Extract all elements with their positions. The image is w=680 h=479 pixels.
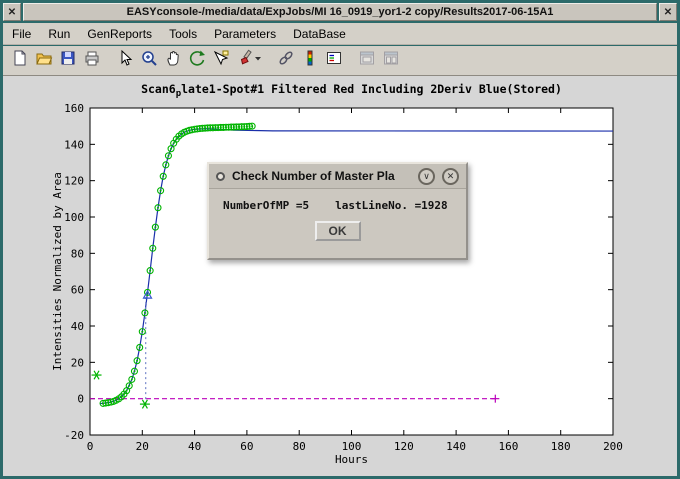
svg-text:80: 80 bbox=[71, 247, 84, 260]
open-button[interactable] bbox=[32, 49, 56, 73]
svg-text:60: 60 bbox=[71, 284, 84, 297]
window-title: EASYconsole-/media/data/ExpJobs/MI 16_09… bbox=[23, 3, 657, 21]
svg-text:Intensities Normalized by Area: Intensities Normalized by Area bbox=[51, 172, 64, 371]
svg-text:20: 20 bbox=[136, 440, 149, 453]
new-icon bbox=[11, 49, 29, 72]
menu-parameters[interactable]: Parameters bbox=[214, 27, 276, 41]
dialog-titlebar[interactable]: Check Number of Master Pla ∨ ✕ bbox=[209, 164, 466, 189]
link-plot-icon bbox=[277, 49, 295, 72]
insert-colorbar-icon bbox=[301, 49, 319, 72]
close-icon: ✕ bbox=[8, 7, 16, 18]
svg-text:120: 120 bbox=[64, 175, 84, 188]
svg-text:80: 80 bbox=[293, 440, 306, 453]
pan-button[interactable] bbox=[161, 49, 185, 73]
menu-run[interactable]: Run bbox=[48, 27, 70, 41]
svg-text:Scan6plate1-Spot#1 Filtered Re: Scan6plate1-Spot#1 Filtered Red Includin… bbox=[141, 82, 562, 99]
brush-icon bbox=[236, 49, 254, 72]
svg-text:20: 20 bbox=[71, 356, 84, 369]
zoom-in-button[interactable] bbox=[137, 49, 161, 73]
new-button[interactable] bbox=[8, 49, 32, 73]
window-close-left-button[interactable]: ✕ bbox=[3, 3, 21, 21]
toolbar-separator bbox=[265, 50, 274, 72]
figure-svg[interactable]: 020406080100120140160180200-200204060801… bbox=[3, 76, 677, 476]
print-icon bbox=[83, 49, 101, 72]
ok-button[interactable]: OK bbox=[315, 221, 361, 241]
svg-text:Hours: Hours bbox=[335, 453, 368, 466]
insert-legend-icon bbox=[325, 49, 343, 72]
svg-text:100: 100 bbox=[64, 211, 84, 224]
figure-area: 020406080100120140160180200-200204060801… bbox=[3, 76, 677, 476]
window-close-button[interactable]: ✕ bbox=[659, 3, 677, 21]
svg-text:160: 160 bbox=[64, 102, 84, 115]
svg-text:-20: -20 bbox=[64, 429, 84, 442]
menu-genreports[interactable]: GenReports bbox=[87, 27, 152, 41]
dialog-field-numberofmp: NumberOfMP =5 bbox=[223, 199, 309, 212]
menu-file[interactable]: File bbox=[12, 27, 31, 41]
svg-text:140: 140 bbox=[446, 440, 466, 453]
save-icon bbox=[59, 49, 77, 72]
dialog-icon bbox=[216, 172, 225, 181]
pan-icon bbox=[164, 49, 182, 72]
data-cursor-icon bbox=[212, 49, 230, 72]
chevron-down-icon: ∨ bbox=[423, 171, 430, 182]
dropdown-caret-icon bbox=[254, 49, 262, 72]
svg-text:160: 160 bbox=[498, 440, 518, 453]
brush-button[interactable] bbox=[233, 49, 265, 73]
svg-text:100: 100 bbox=[342, 440, 362, 453]
dialog-body: NumberOfMP =5 lastLineNo. =1928 OK bbox=[209, 189, 466, 247]
dialog-check-master-plates: Check Number of Master Pla ∨ ✕ NumberOfM… bbox=[207, 162, 468, 260]
toolbar bbox=[3, 46, 677, 76]
show-plot-tools-icon bbox=[382, 49, 400, 72]
show-plot-tools-button bbox=[379, 49, 403, 73]
dialog-field-lastlineno: lastLineNo. =1928 bbox=[335, 199, 448, 212]
rotate-3d-button[interactable] bbox=[185, 49, 209, 73]
dialog-fields: NumberOfMP =5 lastLineNo. =1928 bbox=[221, 199, 454, 212]
svg-text:120: 120 bbox=[394, 440, 414, 453]
pointer-button[interactable] bbox=[113, 49, 137, 73]
save-button[interactable] bbox=[56, 49, 80, 73]
data-cursor-button[interactable] bbox=[209, 49, 233, 73]
window-titlebar[interactable]: ✕ EASYconsole-/media/data/ExpJobs/MI 16_… bbox=[3, 3, 677, 21]
toolbar-separator bbox=[104, 50, 113, 72]
open-icon bbox=[35, 49, 53, 72]
pointer-icon bbox=[116, 49, 134, 72]
dialog-collapse-button[interactable]: ∨ bbox=[418, 168, 435, 185]
insert-legend-button[interactable] bbox=[322, 49, 346, 73]
toolbar-separator bbox=[346, 50, 355, 72]
close-icon: ✕ bbox=[664, 7, 672, 18]
svg-text:60: 60 bbox=[240, 440, 253, 453]
menu-database[interactable]: DataBase bbox=[293, 27, 346, 41]
svg-text:0: 0 bbox=[77, 393, 84, 406]
hide-plot-tools-button bbox=[355, 49, 379, 73]
svg-text:200: 200 bbox=[603, 440, 623, 453]
dialog-close-button[interactable]: ✕ bbox=[442, 168, 459, 185]
svg-text:40: 40 bbox=[188, 440, 201, 453]
zoom-in-icon bbox=[140, 49, 158, 72]
link-plot-button[interactable] bbox=[274, 49, 298, 73]
svg-text:0: 0 bbox=[87, 440, 94, 453]
menu-tools[interactable]: Tools bbox=[169, 27, 197, 41]
svg-text:180: 180 bbox=[551, 440, 571, 453]
print-button[interactable] bbox=[80, 49, 104, 73]
svg-text:140: 140 bbox=[64, 138, 84, 151]
close-icon: ✕ bbox=[447, 171, 455, 182]
menubar: File Run GenReports Tools Parameters DataBase bbox=[3, 23, 677, 45]
insert-colorbar-button[interactable] bbox=[298, 49, 322, 73]
hide-plot-tools-icon bbox=[358, 49, 376, 72]
svg-text:40: 40 bbox=[71, 320, 84, 333]
rotate-3d-icon bbox=[188, 49, 206, 72]
dialog-title: Check Number of Master Pla bbox=[232, 169, 411, 183]
